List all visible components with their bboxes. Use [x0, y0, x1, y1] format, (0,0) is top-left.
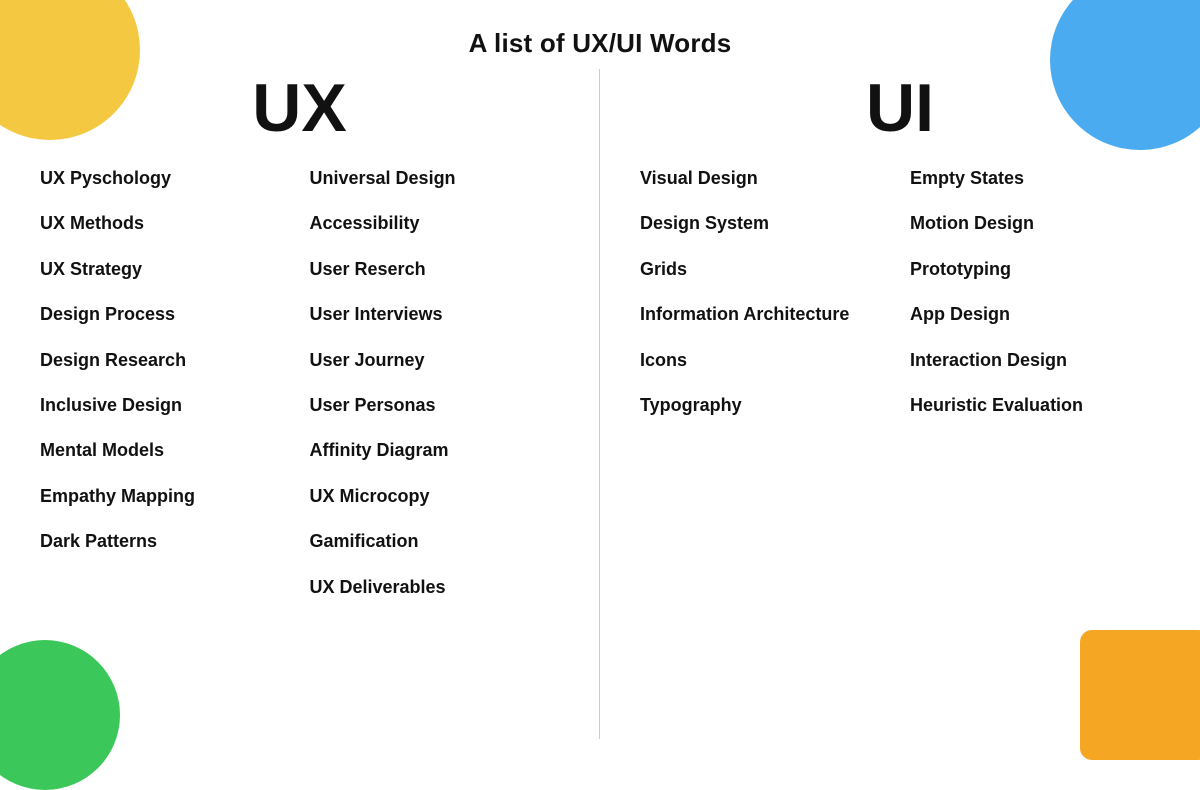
list-item: Design Research [40, 349, 290, 372]
list-item: Information Architecture [640, 303, 890, 326]
list-item: Affinity Diagram [310, 439, 560, 462]
list-item: UX Microcopy [310, 485, 560, 508]
list-item: Grids [640, 258, 890, 281]
list-item: App Design [910, 303, 1160, 326]
list-item: Design System [640, 212, 890, 235]
page-title: A list of UX/UI Words [0, 0, 1200, 59]
list-item: Universal Design [310, 167, 560, 190]
list-item: User Reserch [310, 258, 560, 281]
main-content: UX UX PyschologyUX MethodsUX StrategyDes… [0, 69, 1200, 739]
ux-col-2: Universal Design Accessibility User Reserc… [300, 167, 570, 621]
list-item: Motion Design [910, 212, 1160, 235]
ux-section: UX UX PyschologyUX MethodsUX StrategyDes… [0, 69, 600, 739]
list-item: Prototyping [910, 258, 1160, 281]
list-item: User Personas [310, 394, 560, 417]
list-item: User Journey [310, 349, 560, 372]
list-item: Mental Models [40, 439, 290, 462]
list-item: User Interviews [310, 303, 560, 326]
ux-columns: UX Pyschology UX Methods UX Strategy Design… [30, 167, 569, 621]
list-item: UX Deliverables [310, 576, 560, 599]
ui-col-1: Visual Design Design System Grids Informati… [630, 167, 900, 439]
list-item: Heuristic Evaluation [910, 394, 1160, 417]
list-item: UX Methods [40, 212, 290, 235]
ui-columns: Visual Design Design System Grids Informati… [630, 167, 1170, 439]
list-item: Visual Design [640, 167, 890, 190]
list-item: Dark Patterns [40, 530, 290, 553]
list-item: UX Pyschology [40, 167, 290, 190]
decoration-orange-square [1080, 630, 1200, 760]
list-item: Interaction Design [910, 349, 1160, 372]
list-item: Design Process [40, 303, 290, 326]
list-item: UX Strategy [40, 258, 290, 281]
ui-col-2: Empty States Motion Design Prototyping App … [900, 167, 1170, 439]
list-item: Accessibility [310, 212, 560, 235]
list-item: Empty States [910, 167, 1160, 190]
list-item: Typography [640, 394, 890, 417]
list-item: Empathy Mapping [40, 485, 290, 508]
ux-col-1: UX Pyschology UX Methods UX Strategy Design… [30, 167, 300, 621]
list-item: Gamification [310, 530, 560, 553]
list-item: Inclusive Design [40, 394, 290, 417]
list-item: Icons [640, 349, 890, 372]
